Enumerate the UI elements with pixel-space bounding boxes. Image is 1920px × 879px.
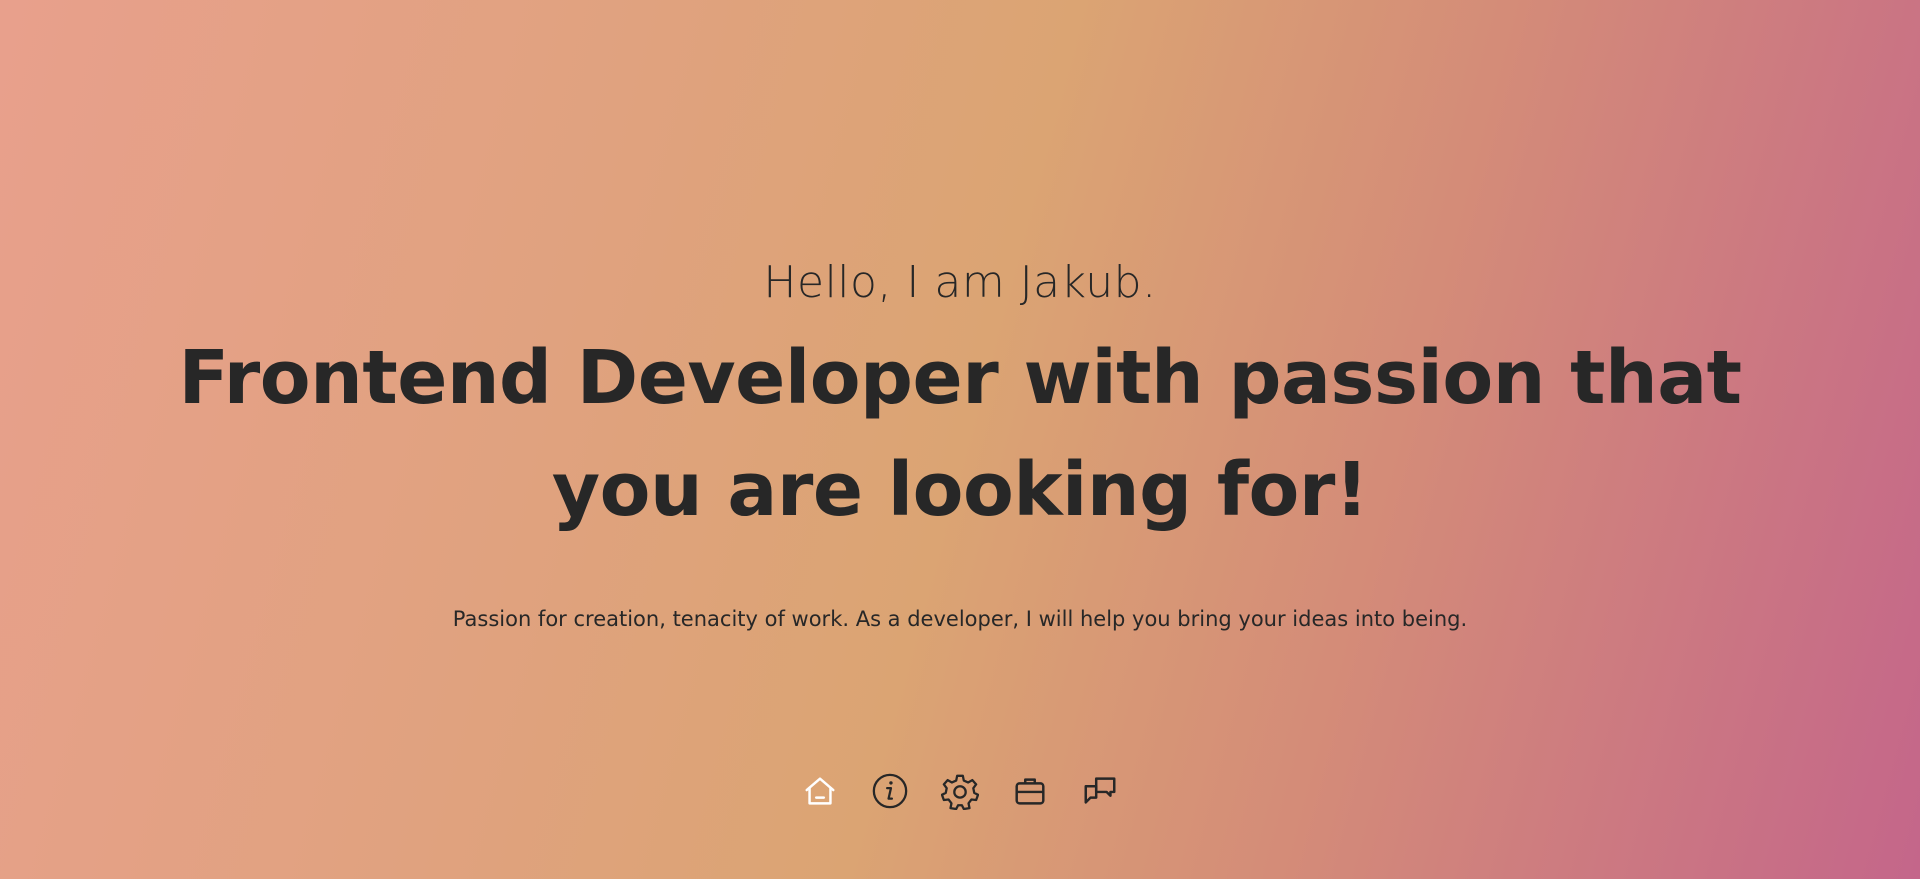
hero-section: Hello, I am Jakub. Frontend Developer wi… — [0, 0, 1920, 879]
gear-icon — [941, 774, 979, 810]
briefcase-icon — [1015, 778, 1045, 805]
nav-contact-button[interactable] — [1080, 768, 1120, 814]
nav-about-button[interactable] — [870, 768, 910, 814]
nav-home-button[interactable] — [800, 768, 840, 814]
page-headline: Frontend Developer with passion that you… — [178, 335, 1742, 533]
nav-portfolio-button[interactable] — [1010, 768, 1050, 814]
bottom-nav — [0, 768, 1920, 814]
greeting-text: Hello, I am Jakub. — [763, 257, 1157, 308]
tagline-text: Passion for creation, tenacity of work. … — [452, 607, 1468, 631]
info-icon — [872, 773, 908, 809]
chat-icon — [1084, 777, 1116, 804]
home-icon — [805, 777, 835, 805]
nav-skills-button[interactable] — [940, 768, 980, 814]
